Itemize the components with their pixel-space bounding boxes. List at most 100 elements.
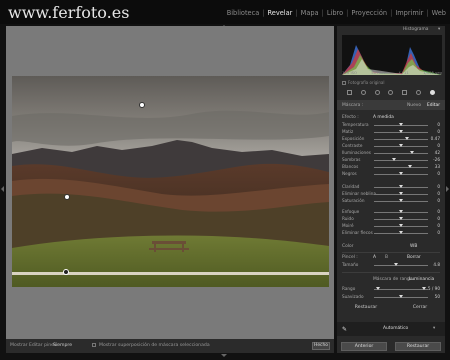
slider-knob[interactable] xyxy=(399,231,403,234)
slider-moiré[interactable]: Moiré 0 xyxy=(342,223,440,230)
brush-erase-button[interactable]: Borrar xyxy=(407,255,421,260)
slider-enfoque[interactable]: Enfoque 0 xyxy=(342,209,440,216)
slider-knob[interactable] xyxy=(399,144,403,147)
slider-knob[interactable] xyxy=(399,192,403,195)
range-knob-high[interactable] xyxy=(422,287,426,290)
slider-knob[interactable] xyxy=(399,172,403,175)
slider-label: Iluminaciones xyxy=(342,150,371,155)
module-proyeccion[interactable]: Proyección xyxy=(348,9,387,17)
slider-negros[interactable]: Negros 0 xyxy=(342,171,440,178)
slider-sombras[interactable]: Sombras -26 xyxy=(342,157,440,164)
range-knob-low[interactable] xyxy=(376,287,380,290)
brand-logo: www.ferfoto.es xyxy=(8,3,130,22)
collapse-left-arrow-icon[interactable] xyxy=(1,186,4,192)
slider-knob[interactable] xyxy=(399,123,403,126)
done-button[interactable]: Hecho xyxy=(312,342,330,350)
red-eye-icon[interactable] xyxy=(388,90,394,95)
collapse-right-arrow-icon[interactable] xyxy=(446,186,449,192)
slider-knob[interactable] xyxy=(410,151,415,154)
slider-knob[interactable] xyxy=(399,199,403,202)
slider-label: Contraste xyxy=(342,143,363,148)
divider xyxy=(342,252,440,253)
original-photo-toggle[interactable]: Fotografía original xyxy=(342,80,384,85)
slider-track xyxy=(374,139,428,140)
mask-new-button[interactable]: Nuevo xyxy=(407,103,421,108)
shutter-value: 1/125 seg xyxy=(423,70,442,75)
previous-button[interactable]: Anterior xyxy=(341,341,387,351)
size-track xyxy=(374,265,428,266)
mask-row: Máscara : Nuevo Editar xyxy=(337,100,445,110)
image-canvas[interactable] xyxy=(6,26,334,339)
range-slider[interactable]: Rango 5 / 90 xyxy=(342,286,440,293)
module-revelar[interactable]: Revelar xyxy=(265,9,293,17)
slider-saturación[interactable]: Saturación 0 xyxy=(342,198,440,205)
slider-claridad[interactable]: Claridad 0 xyxy=(342,184,440,191)
edit-pin-selected[interactable] xyxy=(63,269,69,275)
slider-knob[interactable] xyxy=(399,185,403,188)
slider-value: 0 xyxy=(437,129,440,134)
slider-matiz[interactable]: Matiz 0 xyxy=(342,129,440,136)
slider-eliminar-flecos[interactable]: Eliminar flecos 0 xyxy=(342,230,440,237)
restore-mask-button[interactable]: Restaurar xyxy=(355,305,377,310)
module-imprimir[interactable]: Imprimir xyxy=(392,9,423,17)
brush-b-button[interactable]: B xyxy=(385,255,388,260)
slider-knob[interactable] xyxy=(407,165,412,168)
size-knob[interactable] xyxy=(394,263,398,266)
auto-mask-strip: ✎ Automático ▾ xyxy=(337,322,445,336)
brush-a-button[interactable]: A xyxy=(373,255,376,260)
module-web[interactable]: Web xyxy=(429,9,446,17)
slider-label: Saturación xyxy=(342,198,365,203)
range-mask-select[interactable]: Luminancia xyxy=(409,277,434,282)
slider-value: 0 xyxy=(437,171,440,176)
slider-knob[interactable] xyxy=(399,217,403,220)
slider-value: 0 xyxy=(437,216,440,221)
color-swatch[interactable]: WB xyxy=(410,244,417,249)
crop-tool-icon[interactable] xyxy=(361,90,367,95)
slider-knob[interactable] xyxy=(405,137,410,140)
slider-knob[interactable] xyxy=(391,158,396,161)
slider-value: 0 xyxy=(437,184,440,189)
slider-track xyxy=(374,167,428,168)
slider-ruido[interactable]: Ruido 0 xyxy=(342,216,440,223)
edit-pin[interactable] xyxy=(139,102,145,108)
histogram-info: 100 ISO 50 mm f / 11 1/125 seg xyxy=(342,70,442,75)
show-mask-checkbox[interactable] xyxy=(92,343,96,347)
reset-button[interactable]: Restaurar xyxy=(395,341,441,351)
show-pins-select[interactable]: Siempre xyxy=(53,343,72,348)
pen-icon[interactable]: ✎ xyxy=(342,326,347,333)
range-value: 5 / 90 xyxy=(427,286,440,291)
panel-collapse-icon[interactable]: ▾ xyxy=(438,27,440,32)
smooth-slider[interactable]: Suavizado 50 xyxy=(342,294,440,301)
effect-select[interactable]: A medida xyxy=(373,115,394,120)
spot-removal-icon[interactable] xyxy=(374,90,380,95)
slider-contraste[interactable]: Contraste 0 xyxy=(342,143,440,150)
range-label: Rango xyxy=(342,286,356,291)
auto-mask-dropdown-icon[interactable]: ▾ xyxy=(433,326,435,331)
radial-filter-icon[interactable] xyxy=(415,90,421,95)
edit-pin[interactable] xyxy=(64,194,70,200)
photo-image xyxy=(12,76,329,287)
histogram-title: Histograma xyxy=(403,27,429,32)
grid-tool-icon[interactable] xyxy=(347,90,353,95)
landscape-photo[interactable] xyxy=(12,76,329,287)
module-libro[interactable]: Libro xyxy=(324,9,343,17)
slider-blancos[interactable]: Blancos 33 xyxy=(342,164,440,171)
graduated-filter-icon[interactable] xyxy=(402,90,408,95)
module-biblioteca[interactable]: Biblioteca xyxy=(224,9,260,17)
slider-label: Sombras xyxy=(342,157,361,162)
close-mask-button[interactable]: Cerrar xyxy=(413,305,427,310)
slider-iluminaciones[interactable]: Iluminaciones 42 xyxy=(342,150,440,157)
mask-action-row: Restaurar Cerrar xyxy=(337,305,445,310)
slider-exposición[interactable]: Exposición 0.47 xyxy=(342,136,440,143)
size-slider[interactable]: Tamaño 4.8 xyxy=(342,262,440,269)
smooth-knob[interactable] xyxy=(399,295,403,298)
collapse-bottom-arrow-icon[interactable] xyxy=(221,354,227,357)
slider-knob[interactable] xyxy=(399,130,403,133)
mask-edit-button[interactable]: Editar xyxy=(427,103,440,108)
module-mapa[interactable]: Mapa xyxy=(298,9,319,17)
adjustment-brush-icon[interactable] xyxy=(429,90,435,95)
slider-knob[interactable] xyxy=(399,210,403,213)
slider-temperatura[interactable]: Temperatura 0 xyxy=(342,122,440,129)
slider-knob[interactable] xyxy=(399,224,403,227)
slider-eliminar-neblina[interactable]: Eliminar neblina 0 xyxy=(342,191,440,198)
